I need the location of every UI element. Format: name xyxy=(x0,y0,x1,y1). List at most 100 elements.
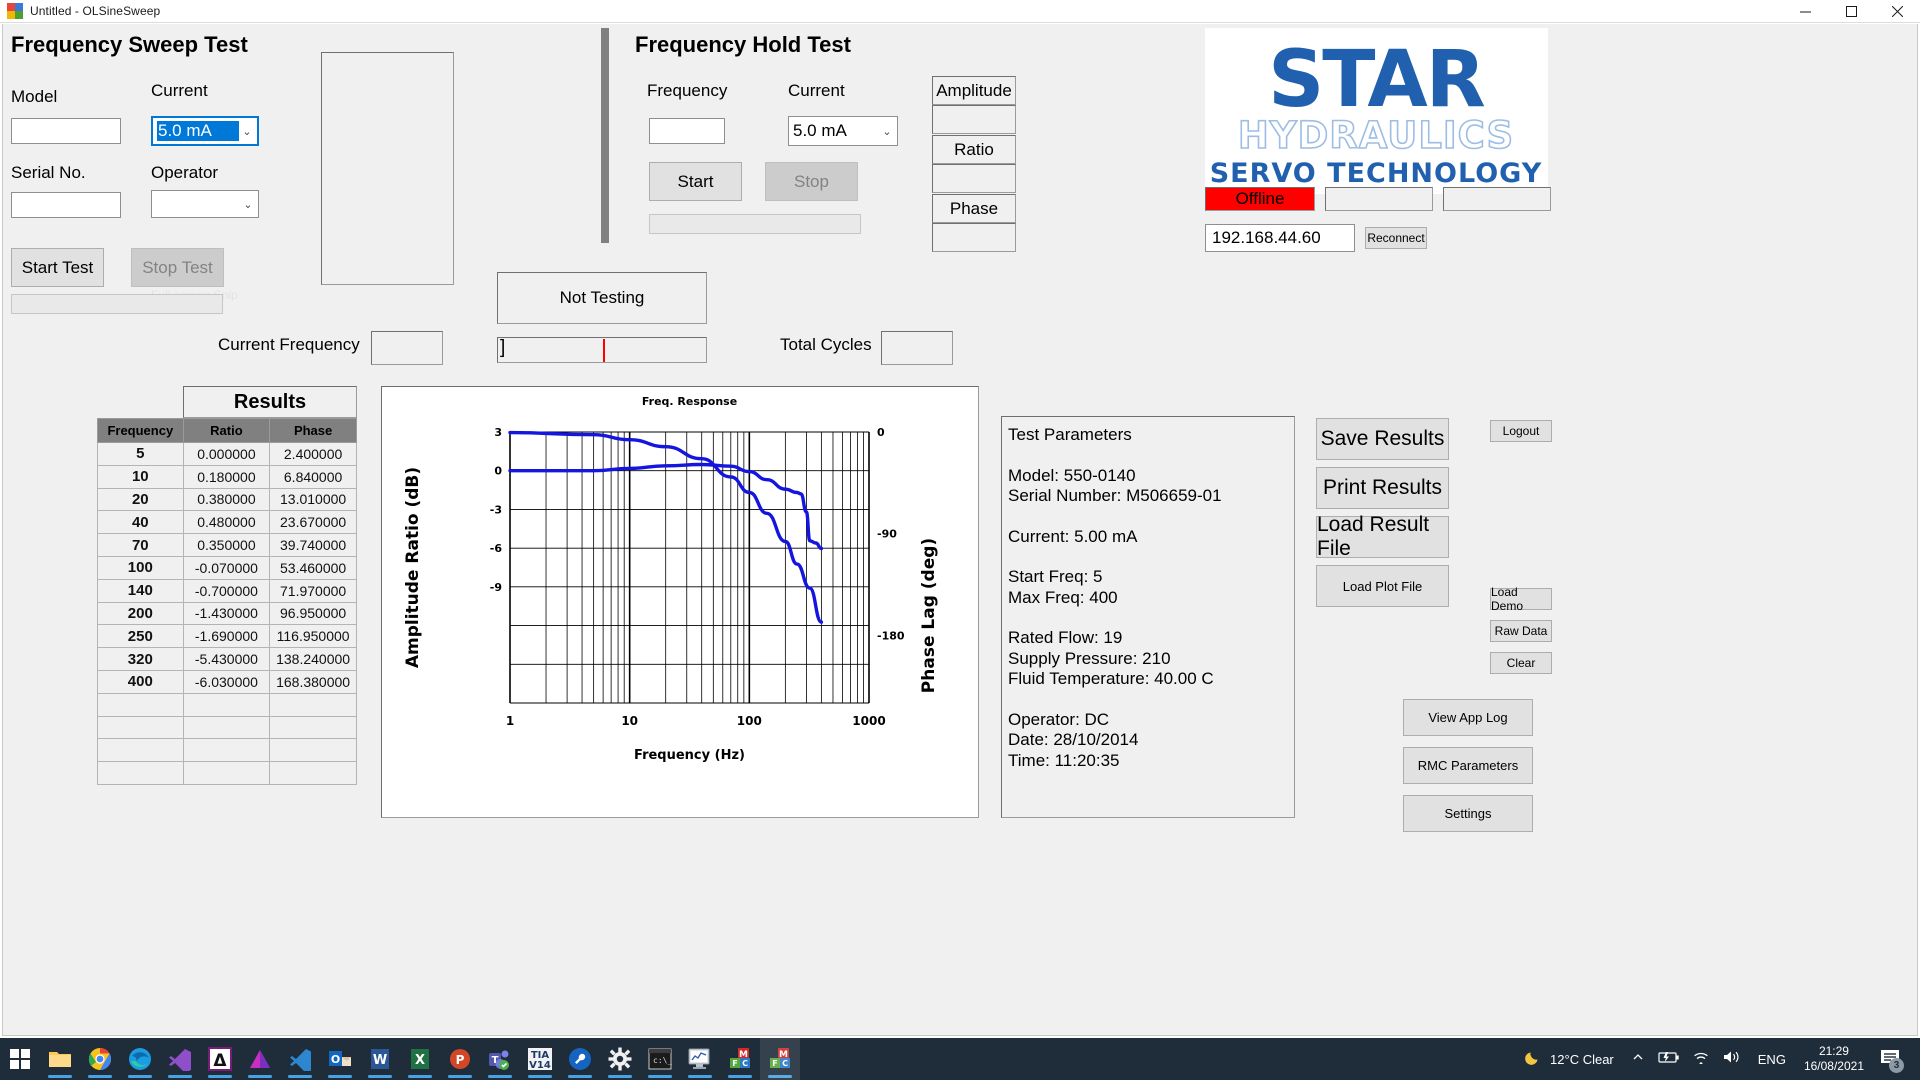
table-row[interactable]: 200 -1.430000 96.950000 xyxy=(97,601,357,626)
reconnect-button[interactable]: Reconnect xyxy=(1365,227,1427,249)
plot-monitor-icon[interactable] xyxy=(680,1038,720,1080)
wifi-icon[interactable] xyxy=(1692,1050,1710,1069)
x-tick-label: 10 xyxy=(621,714,638,728)
star-logo-svg: STAR HYDRAULICS SERVO TECHNOLOGY xyxy=(1210,35,1542,189)
powerpoint-icon[interactable]: P xyxy=(440,1038,480,1080)
load-plot-file-button[interactable]: Load Plot File xyxy=(1316,565,1449,607)
svg-text:O: O xyxy=(331,1053,340,1066)
teams-icon[interactable]: T xyxy=(480,1038,520,1080)
table-row[interactable]: 100 -0.070000 53.460000 xyxy=(97,555,357,580)
svg-text:V14: V14 xyxy=(529,1060,551,1071)
cycle-gauge: ] xyxy=(497,337,707,363)
table-row[interactable] xyxy=(97,715,357,740)
current-select-sweep-value: 5.0 mA xyxy=(157,121,239,141)
inventor-icon[interactable] xyxy=(240,1038,280,1080)
clock-date: 16/08/2021 xyxy=(1803,1059,1864,1073)
load-result-file-button[interactable]: Load Result File xyxy=(1316,513,1449,560)
ratio-label: Ratio xyxy=(932,135,1016,164)
ip-address-input[interactable] xyxy=(1205,224,1355,252)
current-select-sweep[interactable]: 5.0 mA ⌄ xyxy=(151,116,259,146)
y2-tick-label: -90 xyxy=(877,528,897,541)
maximize-button[interactable] xyxy=(1828,0,1874,23)
cell-frequency: 10 xyxy=(97,464,184,489)
cell-frequency xyxy=(97,692,184,717)
view-app-log-button[interactable]: View App Log xyxy=(1403,699,1533,736)
raw-data-button[interactable]: Raw Data xyxy=(1490,620,1552,642)
table-row[interactable]: 5 0.000000 2.400000 xyxy=(97,442,357,466)
cell-ratio: -0.070000 xyxy=(182,555,271,580)
cell-ratio xyxy=(182,761,271,785)
save-results-button[interactable]: Save Results xyxy=(1316,418,1449,460)
hold-frequency-label: Frequency xyxy=(647,81,728,100)
minimize-button[interactable] xyxy=(1782,0,1828,23)
logout-button[interactable]: Logout xyxy=(1490,420,1552,442)
test-parameter-line: Date: 28/10/2014 xyxy=(1008,730,1139,749)
chrome-icon[interactable] xyxy=(80,1038,120,1080)
status-field-2 xyxy=(1443,187,1551,211)
cell-frequency: 5 xyxy=(97,442,184,466)
weather-readout[interactable]: 12°C Clear xyxy=(1550,1052,1614,1067)
table-row[interactable]: 10 0.180000 6.840000 xyxy=(97,464,357,489)
language-indicator[interactable]: ENG xyxy=(1758,1052,1786,1067)
cell-frequency xyxy=(97,715,184,740)
cell-phase: 96.950000 xyxy=(269,601,357,626)
table-row[interactable]: 70 0.350000 39.740000 xyxy=(97,533,357,557)
task-indicator xyxy=(728,1075,752,1078)
clear-button[interactable]: Clear xyxy=(1490,652,1552,674)
tia-portal-v14-icon[interactable]: TIA V14 xyxy=(520,1038,560,1080)
rmc-parameters-button[interactable]: RMC Parameters xyxy=(1403,747,1533,784)
test-parameters-lines: Test Parameters Model: 550-0140 Serial Num… xyxy=(1008,425,1294,771)
model-input[interactable] xyxy=(11,118,121,144)
battery-icon[interactable] xyxy=(1658,1050,1680,1069)
speaker-icon[interactable] xyxy=(1722,1049,1742,1070)
mfc-app-active-icon[interactable]: MFC xyxy=(760,1038,800,1080)
hold-frequency-input[interactable] xyxy=(649,118,725,144)
outlook-icon[interactable]: O xyxy=(320,1038,360,1080)
task-indicator xyxy=(608,1075,632,1078)
cell-frequency xyxy=(97,761,184,785)
hold-heading: Frequency Hold Test xyxy=(635,32,851,57)
hold-start-button[interactable]: Start xyxy=(649,162,742,201)
start-test-button[interactable]: Start Test xyxy=(11,248,104,287)
test-parameter-line: Serial Number: M506659-01 xyxy=(1008,486,1222,505)
phase-value xyxy=(932,223,1016,252)
table-row[interactable]: 320 -5.430000 138.240000 xyxy=(97,647,357,671)
close-button[interactable] xyxy=(1874,0,1920,23)
table-row[interactable]: 250 -1.690000 116.950000 xyxy=(97,624,357,649)
visual-studio-icon[interactable] xyxy=(160,1038,200,1080)
operator-select[interactable]: ⌄ xyxy=(151,190,259,218)
load-demo-button[interactable]: Load Demo xyxy=(1490,585,1552,613)
table-row[interactable]: 20 0.380000 13.010000 xyxy=(97,487,357,512)
show-hidden-icon[interactable] xyxy=(1632,1050,1644,1068)
table-row[interactable] xyxy=(97,761,357,785)
table-row[interactable]: 140 -0.700000 71.970000 xyxy=(97,578,357,603)
command-prompt-icon[interactable]: c:\_ xyxy=(640,1038,680,1080)
cell-ratio: 0.350000 xyxy=(182,533,271,557)
table-row[interactable] xyxy=(97,738,357,763)
print-results-button[interactable]: Print Results xyxy=(1316,467,1449,509)
vscode-icon[interactable] xyxy=(280,1038,320,1080)
notifications-icon[interactable]: 3 xyxy=(1880,1048,1904,1073)
hold-current-select[interactable]: 5.0 mA ⌄ xyxy=(788,116,898,146)
settings-button[interactable]: Settings xyxy=(1403,795,1533,832)
serial-input[interactable] xyxy=(11,192,121,218)
word-icon[interactable]: W xyxy=(360,1038,400,1080)
edge-icon[interactable] xyxy=(120,1038,160,1080)
x-tick-label: 1 xyxy=(506,714,514,728)
table-row[interactable] xyxy=(97,692,357,717)
windows-start-icon[interactable] xyxy=(0,1038,40,1080)
table-row[interactable]: 40 0.480000 23.670000 xyxy=(97,510,357,535)
autocad-icon[interactable]: Δ xyxy=(200,1038,240,1080)
test-parameter-line xyxy=(1008,690,1294,710)
mfc-app-icon[interactable]: MFC xyxy=(720,1038,760,1080)
frequency-response-chart[interactable]: Freq. Response 3 0 -3 -6 -9 -180 -90 0 1 10 100 1000… xyxy=(381,386,979,818)
table-row[interactable]: 400 -6.030000 168.380000 xyxy=(97,669,357,694)
svg-text:c:\_: c:\_ xyxy=(653,1056,672,1065)
svg-text:M: M xyxy=(779,1050,788,1060)
excel-icon[interactable]: X xyxy=(400,1038,440,1080)
wrench-tool-icon[interactable] xyxy=(560,1038,600,1080)
file-explorer-icon[interactable] xyxy=(40,1038,80,1080)
clock[interactable]: 21:29 16/08/2021 xyxy=(1804,1044,1864,1074)
moon-icon xyxy=(1524,1048,1542,1071)
settings-gear-icon[interactable] xyxy=(600,1038,640,1080)
